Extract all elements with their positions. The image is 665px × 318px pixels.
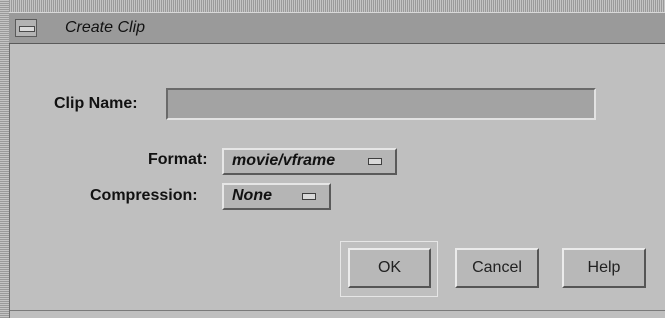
compression-value: None <box>232 187 272 204</box>
create-clip-dialog: Create Clip Clip Name: Format: movie/vfr… <box>0 0 665 318</box>
window-frame-top[interactable] <box>9 0 665 12</box>
format-label: Format: <box>148 151 208 168</box>
format-value: movie/vframe <box>232 152 336 169</box>
compression-option-menu[interactable]: None <box>222 183 331 210</box>
window-bottom-edge <box>10 310 665 311</box>
clip-name-label: Clip Name: <box>54 95 138 112</box>
window-title: Create Clip <box>65 19 146 36</box>
clip-name-input[interactable] <box>166 88 596 120</box>
ok-button[interactable]: OK <box>348 248 431 288</box>
cancel-button[interactable]: Cancel <box>455 248 539 288</box>
format-option-menu[interactable]: movie/vframe <box>222 148 397 175</box>
window-menu-icon <box>19 26 35 32</box>
compression-label: Compression: <box>90 187 198 204</box>
option-menu-indicator-icon <box>368 158 382 165</box>
window-menu-button[interactable] <box>15 19 37 37</box>
title-bar[interactable]: Create Clip <box>9 12 665 44</box>
option-menu-indicator-icon <box>302 193 316 200</box>
window-frame-left[interactable] <box>0 0 10 318</box>
help-button[interactable]: Help <box>562 248 646 288</box>
